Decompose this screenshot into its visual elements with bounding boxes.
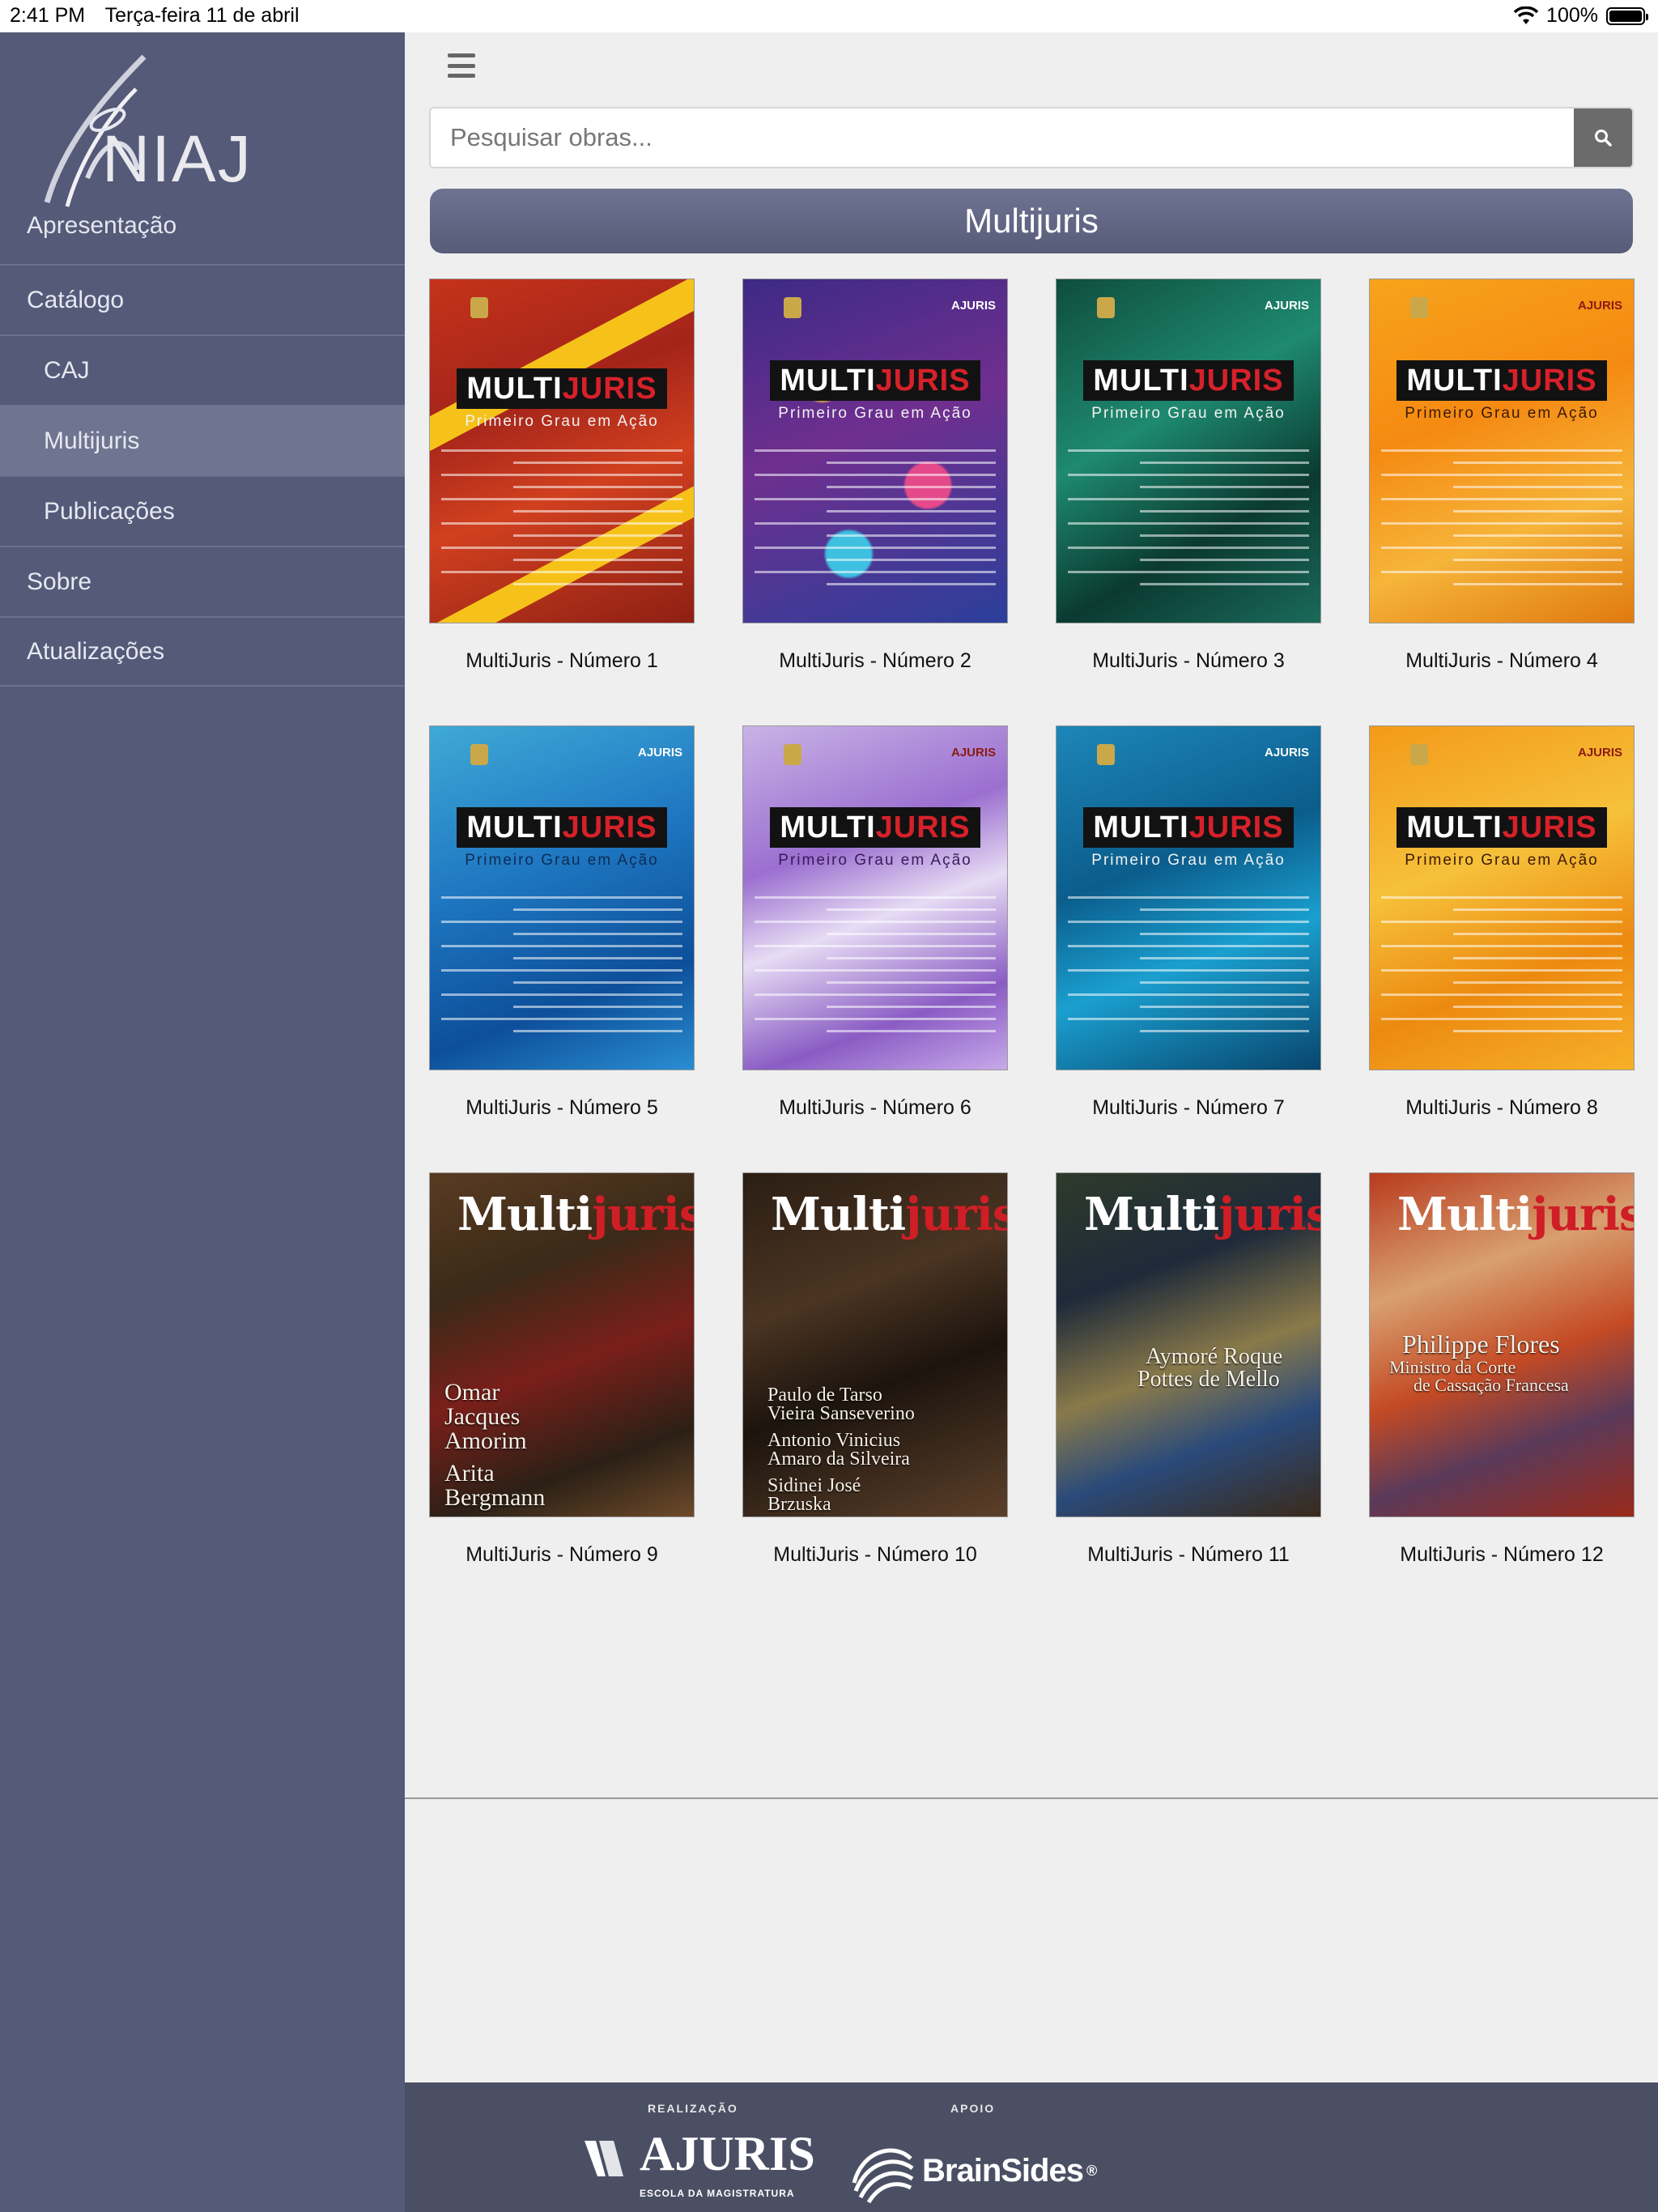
menu-icon[interactable]: [448, 53, 475, 78]
content-divider: [405, 1797, 1658, 1799]
sidebar: NIAJ Apresentação Catálogo CAJ Multijuri…: [0, 32, 405, 2212]
search-button[interactable]: [1574, 108, 1632, 167]
issue-title[interactable]: MultiJuris - Número 1: [429, 649, 695, 673]
niaj-logo-text: NIAJ: [102, 122, 253, 196]
issue-cover[interactable]: Multijuris Paulo de Tarso Vieira Sanseve…: [742, 1172, 1008, 1517]
issue-cover[interactable]: AJURIS MULTI JURIS Primeiro Grau em Ação: [1369, 279, 1635, 623]
nav-catalogo[interactable]: Catálogo: [0, 264, 405, 334]
search-bar: [429, 107, 1634, 168]
nav-multijuris[interactable]: Multijuris: [0, 405, 405, 475]
section-title: Multijuris: [430, 189, 1633, 253]
issue-title[interactable]: MultiJuris - Número 4: [1369, 649, 1635, 673]
wifi-icon: [1514, 6, 1539, 24]
issue-card[interactable]: AJURIS MULTI JURIS Primeiro Grau em Ação …: [1369, 279, 1635, 673]
issue-title[interactable]: MultiJuris - Número 8: [1369, 1096, 1635, 1120]
issue-title[interactable]: MultiJuris - Número 7: [1056, 1096, 1321, 1120]
ajuris-subtitle: ESCOLA DA MAGISTRATURA: [640, 2188, 795, 2199]
issue-cover[interactable]: AJURIS MULTI JURIS Primeiro Grau em Ação: [1056, 279, 1321, 623]
issue-title[interactable]: MultiJuris - Número 12: [1369, 1543, 1635, 1567]
nav-atualizacoes[interactable]: Atualizações: [0, 616, 405, 687]
sidebar-nav: Catálogo CAJ Multijuris Publicações Sobr…: [0, 264, 405, 687]
status-date: Terça-feira 11 de abril: [104, 4, 300, 27]
issue-cover[interactable]: Multijuris Omar Jacques Amorim Arita Ber…: [429, 1172, 695, 1517]
battery-icon: [1606, 6, 1648, 25]
issue-card[interactable]: AJURIS MULTI JURIS Primeiro Grau em Ação …: [742, 725, 1008, 1120]
search-input[interactable]: [431, 108, 1577, 167]
search-icon: [1595, 130, 1612, 147]
battery-percent: 100%: [1546, 4, 1598, 27]
nav-publicacoes[interactable]: Publicações: [0, 475, 405, 546]
footer-apoio-label: APOIO: [950, 2102, 996, 2115]
issue-card[interactable]: AJURIS MULTI JURIS Primeiro Grau em Ação …: [1369, 725, 1635, 1120]
issue-card[interactable]: AJURIS MULTI JURIS Primeiro Grau em Ação …: [1056, 725, 1321, 1120]
status-bar: 2:41 PM Terça-feira 11 de abril 100%: [0, 0, 1658, 32]
issue-card[interactable]: AJURIS MULTI JURIS Primeiro Grau em Ação …: [1056, 279, 1321, 673]
issue-card[interactable]: Multijuris Paulo de Tarso Vieira Sanseve…: [742, 1172, 1008, 1567]
ajuris-wordmark: AJURIS: [640, 2127, 815, 2180]
main-content: Multijuris MULTIJURIS Primeiro Grau em A…: [405, 32, 1658, 2212]
issue-cover[interactable]: AJURIS MULTI JURIS Primeiro Grau em Ação: [742, 725, 1008, 1070]
footer-realizacao-label: REALIZAÇÃO: [648, 2102, 738, 2115]
issue-card[interactable]: AJURIS MULTI JURIS Primeiro Grau em Ação …: [742, 279, 1008, 673]
issue-cover[interactable]: AJURIS MULTI JURIS Primeiro Grau em Ação: [1369, 725, 1635, 1070]
issue-title[interactable]: MultiJuris - Número 5: [429, 1096, 695, 1120]
nav-caj[interactable]: CAJ: [0, 334, 405, 405]
issue-card[interactable]: MULTI JURIS Primeiro Grau em Ação MultiJu…: [429, 279, 695, 673]
brainsides-logo[interactable]: BrainSides ®: [846, 2134, 1097, 2207]
status-time: 2:41 PM: [10, 4, 86, 27]
brainsides-wordmark: BrainSides: [922, 2152, 1084, 2189]
issue-card[interactable]: Multijuris Philippe Flores Ministro da C…: [1369, 1172, 1635, 1567]
nav-apresentacao[interactable]: Apresentação: [27, 212, 176, 240]
issue-title[interactable]: MultiJuris - Número 11: [1056, 1543, 1321, 1567]
brain-icon: [852, 2148, 914, 2204]
issue-title[interactable]: MultiJuris - Número 3: [1056, 649, 1321, 673]
nav-sobre[interactable]: Sobre: [0, 546, 405, 616]
issue-cover[interactable]: Multijuris Philippe Flores Ministro da C…: [1369, 1172, 1635, 1517]
issue-cover[interactable]: AJURIS MULTI JURIS Primeiro Grau em Ação: [429, 725, 695, 1070]
footer: REALIZAÇÃO APOIO AJURIS ESCOLA DA MAGIST…: [405, 2082, 1658, 2212]
issue-title[interactable]: MultiJuris - Número 10: [742, 1543, 1008, 1567]
issue-cover[interactable]: MULTI JURIS Primeiro Grau em Ação: [429, 279, 695, 623]
issue-card[interactable]: AJURIS MULTI JURIS Primeiro Grau em Ação …: [429, 725, 695, 1120]
issue-cover[interactable]: AJURIS MULTI JURIS Primeiro Grau em Ação: [742, 279, 1008, 623]
issue-title[interactable]: MultiJuris - Número 2: [742, 649, 1008, 673]
ajuris-icon: [585, 2141, 623, 2176]
issue-cover[interactable]: Multijuris Aymoré Roque Pottes de Mello: [1056, 1172, 1321, 1517]
issue-card[interactable]: Multijuris Aymoré Roque Pottes de Mello …: [1056, 1172, 1321, 1567]
issue-cover[interactable]: AJURIS MULTI JURIS Primeiro Grau em Ação: [1056, 725, 1321, 1070]
issue-title[interactable]: MultiJuris - Número 9: [429, 1543, 695, 1567]
issue-card[interactable]: Multijuris Omar Jacques Amorim Arita Ber…: [429, 1172, 695, 1567]
issue-title[interactable]: MultiJuris - Número 6: [742, 1096, 1008, 1120]
